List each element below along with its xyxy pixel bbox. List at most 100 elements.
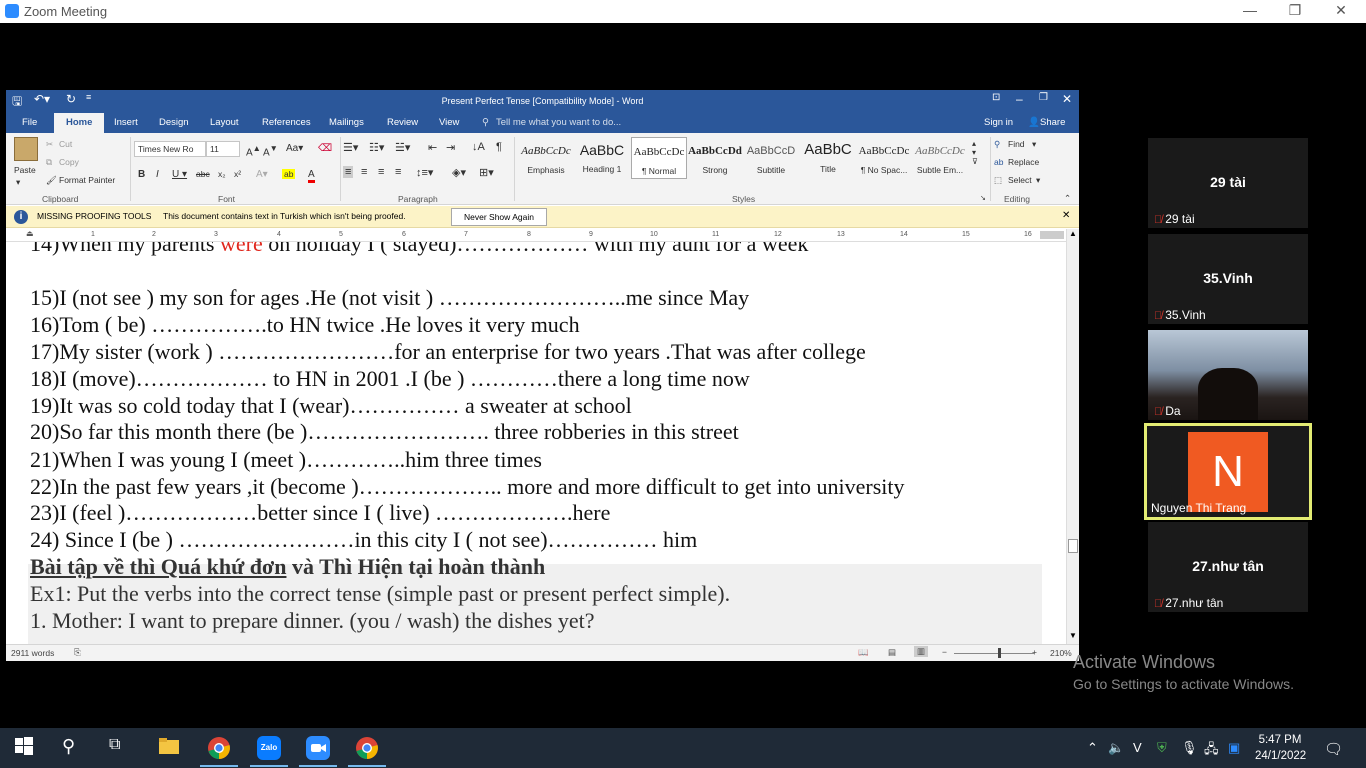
vpn-icon[interactable]: V — [1133, 740, 1142, 755]
underline-icon[interactable]: U ▾ — [172, 169, 187, 180]
change-case-icon[interactable]: Aa▾ — [286, 143, 303, 154]
horizontal-ruler[interactable]: ⏏ 1 2 3 4 5 6 7 8 9 10 11 12 13 14 15 16 — [6, 229, 1066, 242]
copy-button[interactable]: Copy — [59, 157, 79, 167]
cut-button[interactable]: Cut — [59, 139, 72, 149]
minimize-icon[interactable]: — — [1240, 2, 1260, 18]
scroll-up-icon[interactable]: ▲ — [1069, 229, 1077, 238]
show-hidden-icons-icon[interactable]: ⌃ — [1087, 740, 1098, 756]
highlight-icon[interactable]: ab — [282, 169, 296, 179]
volume-icon[interactable]: 🔈 — [1108, 740, 1124, 756]
replace-button[interactable]: Replace — [1008, 157, 1039, 167]
styles-more-icon[interactable]: ▴ ▾ ⊽ — [972, 139, 978, 166]
active-speaker-tile[interactable]: N Nguyen Thi Trang — [1144, 423, 1312, 520]
restore-icon[interactable]: ❐ — [1285, 2, 1305, 19]
word-count[interactable]: 2911 words — [11, 648, 54, 658]
style-normal[interactable]: AaBbCcDc ¶ Normal — [631, 137, 687, 179]
read-mode-icon[interactable]: 📖 — [858, 647, 869, 658]
proofing-status-icon[interactable]: ⎘ — [74, 647, 81, 658]
notifications-icon[interactable]: 🗨 — [1324, 740, 1343, 758]
decrease-indent-icon[interactable]: ⇤ — [428, 141, 437, 154]
zoom-slider[interactable] — [954, 653, 1034, 654]
zoom-in-icon[interactable]: + — [1032, 647, 1037, 657]
sort-icon[interactable]: ↓A — [472, 141, 485, 153]
shrink-font-icon[interactable]: A▼ — [263, 143, 278, 158]
share-icon[interactable]: 👤 — [1028, 117, 1040, 128]
tab-layout[interactable]: Layout — [210, 117, 239, 128]
style-subtitle[interactable]: AaBbCcD Subtitle — [743, 137, 799, 179]
indent-marker-icon[interactable]: ⏏ — [26, 229, 34, 238]
align-right-icon[interactable]: ≡ — [378, 166, 384, 178]
find-icon[interactable]: ⚲ — [994, 139, 1000, 150]
select-dropdown-icon[interactable]: ▾ — [1036, 175, 1040, 186]
web-layout-icon[interactable]: ▥ — [914, 646, 929, 657]
close-icon[interactable]: ✕ — [1331, 2, 1351, 19]
tab-review[interactable]: Review — [387, 117, 418, 128]
tab-mailings[interactable]: Mailings — [329, 117, 364, 128]
scroll-thumb[interactable] — [1068, 539, 1078, 553]
zalo-icon[interactable]: Zalo — [257, 736, 281, 760]
word-restore-icon[interactable]: ❐ — [1039, 92, 1048, 103]
borders-icon[interactable]: ⊞▾ — [479, 166, 494, 179]
format-painter-button[interactable]: Format Painter — [59, 175, 115, 185]
tab-view[interactable]: View — [439, 117, 459, 128]
style-strong[interactable]: AaBbCcDd Strong — [687, 137, 743, 179]
text-effects-icon[interactable]: A▾ — [256, 169, 268, 180]
chrome-icon[interactable] — [207, 736, 231, 760]
sign-in-link[interactable]: Sign in — [984, 117, 1013, 128]
cut-icon[interactable]: ✂ — [46, 139, 53, 150]
style-no-spacing[interactable]: AaBbCcDc ¶ No Spac... — [856, 137, 912, 179]
strikethrough-icon[interactable]: abc — [196, 169, 210, 179]
style-subtle-emphasis[interactable]: AaBbCcDc Subtle Em... — [912, 137, 968, 179]
replace-icon[interactable]: ab — [994, 157, 1003, 167]
tab-design[interactable]: Design — [159, 117, 189, 128]
font-size-field[interactable]: 11 — [206, 141, 240, 157]
find-button[interactable]: Find — [1008, 139, 1025, 149]
start-icon[interactable] — [14, 736, 38, 760]
paste-icon[interactable] — [14, 137, 38, 161]
style-emphasis[interactable]: AaBbCcDc Emphasis — [518, 137, 574, 179]
increase-indent-icon[interactable]: ⇥ — [446, 141, 455, 154]
format-painter-icon[interactable]: 🖌 — [46, 175, 57, 186]
select-button[interactable]: Select — [1008, 175, 1032, 185]
word-close-icon[interactable]: ✕ — [1062, 92, 1072, 106]
multilevel-list-icon[interactable]: ☱▾ — [395, 141, 410, 154]
subscript-icon[interactable]: x₂ — [218, 169, 226, 179]
align-left-icon[interactable]: ≡ — [343, 166, 354, 178]
task-view-icon[interactable]: ⧉ — [109, 736, 133, 760]
style-heading-1[interactable]: AaBbC Heading 1 — [574, 137, 630, 179]
scroll-down-icon[interactable]: ▼ — [1069, 631, 1077, 640]
tell-me-box[interactable]: Tell me what you want to do... — [496, 117, 621, 128]
styles-dialog-launcher-icon[interactable]: ↘ — [980, 194, 986, 202]
network-icon[interactable]: 🖧 — [1204, 740, 1219, 762]
document-page[interactable]: 14)When my parents were on holiday I ( s… — [6, 242, 1066, 644]
search-icon[interactable]: ⚲ — [62, 736, 86, 760]
align-center-icon[interactable]: ≡ — [361, 166, 367, 178]
superscript-icon[interactable]: x² — [234, 169, 241, 179]
participant-tile[interactable]: 29 tài 🎙̸ 29 tài — [1148, 138, 1308, 228]
participant-tile[interactable]: 27.như tân 🎙̸ 27.như tân — [1148, 522, 1308, 612]
security-icon[interactable]: ⛨ — [1157, 740, 1167, 756]
vertical-scrollbar[interactable]: ▲ ▼ — [1066, 229, 1079, 644]
zoom-level[interactable]: 210% — [1050, 648, 1072, 658]
font-color-icon[interactable]: A — [308, 169, 315, 183]
paste-dropdown-icon[interactable]: ▾ — [16, 177, 20, 188]
grow-font-icon[interactable]: A▲ — [246, 143, 261, 158]
file-explorer-icon[interactable] — [158, 736, 182, 760]
zoom-tray-icon[interactable]: ▣ — [1228, 740, 1240, 756]
find-dropdown-icon[interactable]: ▾ — [1032, 139, 1036, 150]
tab-references[interactable]: References — [262, 117, 311, 128]
style-title[interactable]: AaBbC Title — [800, 137, 856, 179]
participant-tile[interactable]: 35.Vinh 🎙̸ 35.Vinh — [1148, 234, 1308, 324]
select-icon[interactable]: ⬚ — [994, 175, 1002, 186]
tab-home[interactable]: Home — [54, 113, 105, 133]
italic-icon[interactable]: I — [156, 169, 159, 180]
tab-file[interactable]: File — [22, 117, 37, 128]
clear-formatting-icon[interactable]: ⌫ — [318, 143, 332, 154]
tab-insert[interactable]: Insert — [114, 117, 138, 128]
microphone-icon[interactable]: 🎙 — [1181, 740, 1198, 756]
numbering-icon[interactable]: ☷▾ — [369, 141, 384, 154]
justify-icon[interactable]: ≡ — [395, 166, 401, 178]
print-layout-icon[interactable]: ▤ — [888, 647, 896, 658]
word-minimize-icon[interactable]: – — [1016, 92, 1023, 106]
infobar-close-icon[interactable]: ✕ — [1062, 210, 1070, 221]
